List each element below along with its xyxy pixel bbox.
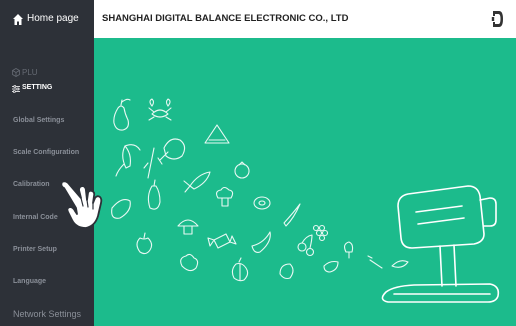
mushroom-doodle bbox=[177, 219, 199, 227]
fish-doodle bbox=[189, 171, 211, 190]
sidebar-item-label: Printer Setup bbox=[13, 246, 57, 253]
sidebar-item-setting[interactable]: SETTING bbox=[0, 79, 94, 99]
food-doodle-background bbox=[111, 98, 500, 303]
candy-doodle bbox=[213, 233, 231, 249]
pepper-doodle bbox=[147, 185, 161, 210]
sidebar-item-scale-configuration[interactable]: Scale Configuration bbox=[0, 144, 94, 164]
setting-sliders-icon bbox=[12, 85, 20, 93]
sidebar-item-label: Calibration bbox=[13, 181, 50, 188]
cauliflower-doodle bbox=[180, 253, 199, 272]
cherry-doodle bbox=[297, 242, 307, 252]
sidebar-item-language[interactable]: Language bbox=[0, 273, 94, 293]
eggplant-doodle bbox=[111, 199, 131, 219]
small-carrot-doodle bbox=[367, 255, 383, 269]
tomato-doodle bbox=[234, 163, 250, 179]
company-logo-icon bbox=[491, 11, 503, 27]
sidebar-item-printer-setup[interactable]: Printer Setup bbox=[0, 241, 94, 261]
plu-icon bbox=[12, 68, 20, 77]
pointer-hand-icon bbox=[60, 180, 103, 229]
pear-doodle bbox=[113, 105, 129, 131]
sidebar-item-label: SETTING bbox=[22, 84, 53, 91]
apple-doodle bbox=[136, 237, 153, 255]
carrot-doodle bbox=[143, 147, 155, 179]
home-label: Home page bbox=[27, 13, 79, 24]
sidebar-item-global-settings[interactable]: Global Settings bbox=[0, 112, 94, 132]
peapod-doodle bbox=[283, 203, 301, 227]
sidebar-item-label: Network Settings bbox=[13, 309, 82, 319]
kiwi-doodle bbox=[253, 196, 271, 210]
grapes-doodle bbox=[312, 224, 320, 232]
small-fish-doodle bbox=[391, 260, 409, 268]
sidebar: Home page PLU SETTING Global Settings Sc… bbox=[0, 0, 94, 326]
home-icon bbox=[13, 14, 23, 25]
sidebar-item-label: Global Settings bbox=[13, 117, 65, 124]
sidebar-item-label: Internal Code bbox=[13, 214, 58, 221]
lemon-doodle bbox=[279, 263, 294, 280]
header: SHANGHAI DIGITAL BALANCE ELECTRONIC CO.,… bbox=[94, 0, 516, 38]
lime-doodle bbox=[323, 260, 339, 273]
sidebar-home[interactable]: Home page bbox=[0, 0, 94, 40]
sidebar-item-network-settings[interactable]: Network Settings bbox=[0, 304, 94, 324]
main-panel bbox=[94, 38, 516, 326]
banana-doodle bbox=[251, 231, 271, 253]
crab-doodle bbox=[151, 109, 169, 118]
chicken-doodle bbox=[163, 138, 186, 160]
sidebar-item-label: PLU bbox=[22, 68, 38, 77]
sidebar-item-label: Language bbox=[13, 278, 47, 285]
broccoli-doodle bbox=[216, 186, 234, 199]
sidebar-item-label: Scale Configuration bbox=[13, 149, 80, 156]
company-name: SHANGHAI DIGITAL BALANCE ELECTRONIC CO.,… bbox=[102, 13, 349, 24]
sprout-doodle bbox=[343, 241, 354, 259]
scale-illustration bbox=[381, 185, 500, 303]
